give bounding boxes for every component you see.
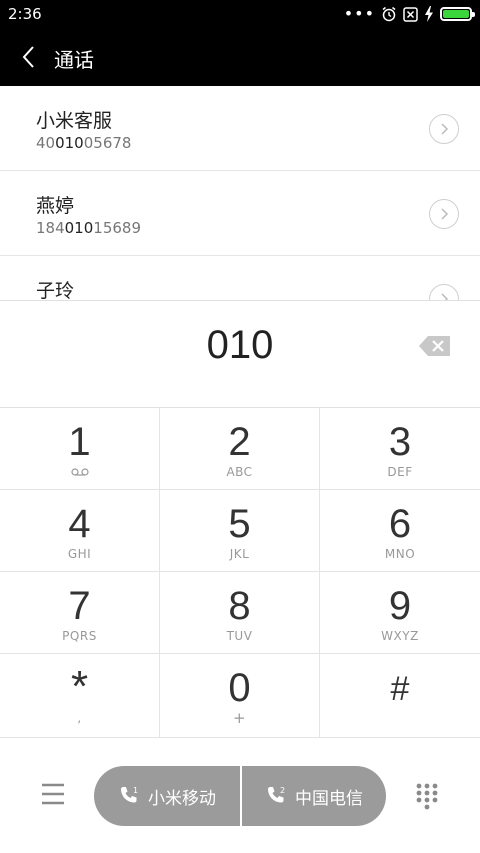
page-title: 通话	[54, 48, 94, 72]
charging-icon	[425, 6, 433, 22]
contact-results-list: 小米客服 4001005678 燕婷 18401015689 子玲	[0, 86, 480, 300]
list-item[interactable]: 燕婷 18401015689	[0, 171, 480, 256]
status-bar: 2:36 •••	[0, 0, 480, 28]
sim2-carrier-label: 中国电信	[295, 788, 363, 809]
contact-detail-button[interactable]	[429, 199, 459, 229]
key-0[interactable]: 0 +	[160, 654, 320, 738]
sim1-carrier-label: 小米移动	[148, 788, 216, 809]
dial-keypad: 1 2 ABC 3 DEF 4 GHI 5 JKL 6 MNO 7 PQRS 8…	[0, 408, 480, 738]
dialpad-toggle-icon[interactable]	[414, 782, 440, 810]
key-2[interactable]: 2 ABC	[160, 408, 320, 490]
dial-input-display: 010	[0, 300, 480, 408]
call-sim2-button[interactable]: 2 中国电信	[240, 766, 386, 826]
contact-number: 18401015689	[36, 219, 141, 237]
contact-name: 燕婷	[36, 195, 75, 217]
alarm-icon	[382, 6, 396, 22]
contact-name: 子玲	[36, 280, 75, 300]
title-bar: 通话	[0, 28, 480, 86]
key-3[interactable]: 3 DEF	[320, 408, 480, 490]
number-match-highlight: 010	[55, 134, 84, 152]
key-4[interactable]: 4 GHI	[0, 490, 160, 572]
status-time: 2:36	[8, 5, 42, 23]
key-1[interactable]: 1	[0, 408, 160, 490]
key-9[interactable]: 9 WXYZ	[320, 572, 480, 654]
svg-text:1: 1	[133, 786, 138, 795]
chevron-right-icon	[441, 123, 449, 135]
key-6[interactable]: 6 MNO	[320, 490, 480, 572]
key-8[interactable]: 8 TUV	[160, 572, 320, 654]
no-sim-icon	[403, 6, 418, 22]
number-match-highlight: 010	[64, 219, 94, 237]
list-item[interactable]: 小米客服 4001005678	[0, 86, 480, 171]
dual-sim-call-buttons: 1 小米移动 2 中国电信	[94, 766, 386, 826]
contact-detail-button[interactable]	[429, 114, 459, 144]
contact-name: 小米客服	[36, 110, 113, 132]
menu-icon[interactable]	[38, 782, 68, 806]
bottom-action-bar: 1 小米移动 2 中国电信	[0, 738, 480, 853]
key-5[interactable]: 5 JKL	[160, 490, 320, 572]
phone-sim1-icon: 1	[121, 786, 138, 803]
call-sim1-button[interactable]: 1 小米移动	[94, 766, 240, 826]
dialed-digits: 010	[206, 323, 274, 367]
back-arrow-icon[interactable]	[18, 43, 42, 71]
key-7[interactable]: 7 PQRS	[0, 572, 160, 654]
key-hash[interactable]: #	[320, 654, 480, 738]
chevron-right-icon	[441, 293, 449, 300]
overflow-dots-icon: •••	[343, 4, 375, 23]
chevron-right-icon	[441, 208, 449, 220]
contact-number: 4001005678	[36, 134, 132, 152]
battery-icon	[440, 7, 475, 21]
status-icons: •••	[343, 4, 475, 23]
voicemail-icon	[71, 468, 89, 476]
phone-sim2-icon: 2	[268, 786, 285, 803]
key-star[interactable]: * ,	[0, 654, 160, 738]
backspace-icon[interactable]	[418, 335, 452, 357]
list-item[interactable]: 子玲	[0, 256, 480, 300]
contact-detail-button[interactable]	[429, 284, 459, 300]
svg-text:2: 2	[280, 786, 285, 795]
